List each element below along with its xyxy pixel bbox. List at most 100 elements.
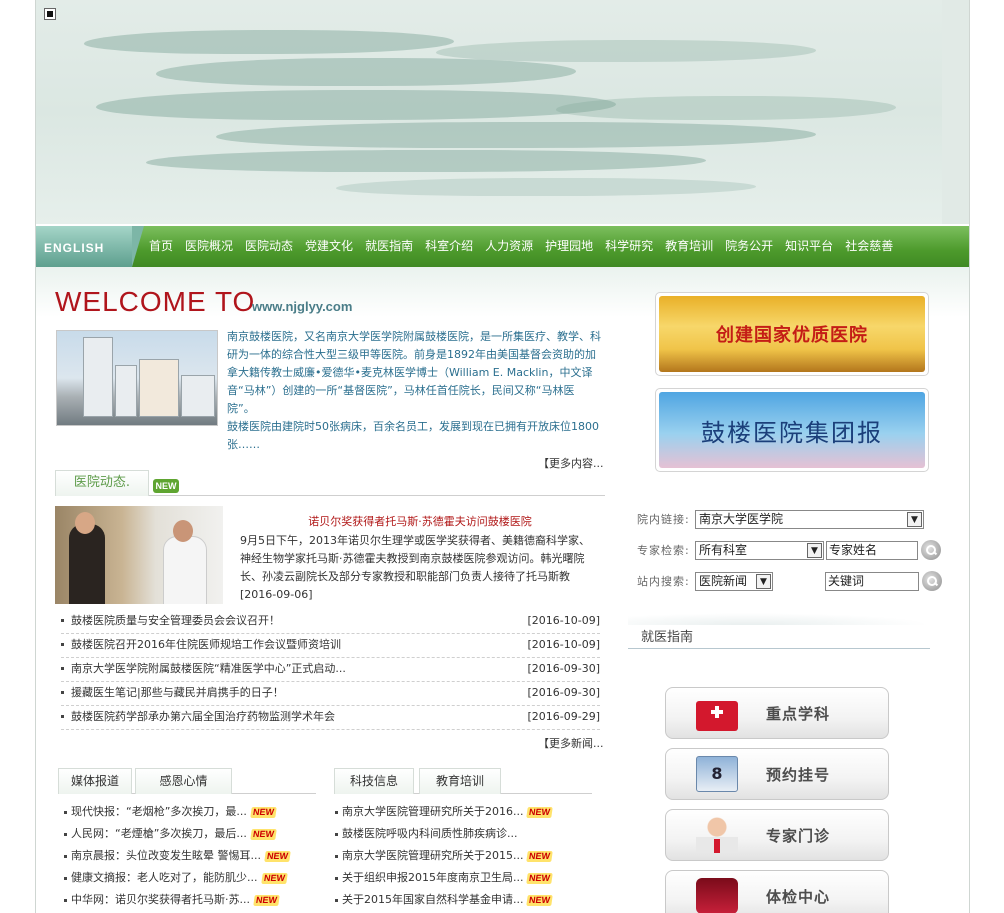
site-search-row: 站内搜索: 医院新闻 ▼ 关键词 (637, 570, 942, 592)
list-item[interactable]: 援藏医生笔记|那些与藏民并肩携手的日子！ [2016-09-30] (61, 682, 600, 706)
media-item-title[interactable]: 人民网：“老煙槍”多次挨刀，最后... (71, 827, 247, 840)
intro-paragraph-2[interactable]: 鼓楼医院由建院时50张病床，百余名员工，发展到现在已拥有开放床位1800张…… (227, 418, 601, 454)
nav-item-research[interactable]: 科学研究 (599, 226, 659, 267)
list-item[interactable]: 南京大学医院管理研究所关于2016... NEW (335, 801, 595, 823)
site-search-value: 医院新闻 (699, 573, 748, 588)
chevron-down-icon[interactable]: ▼ (907, 511, 922, 527)
tab-gratitude[interactable]: 感恩心情 (135, 768, 232, 794)
nav-item-hr[interactable]: 人力资源 (479, 226, 539, 267)
list-item[interactable]: 现代快报：“老烟枪”多次挨刀，最... NEW (64, 801, 309, 823)
quality-hospital-banner[interactable]: 创建国家优质医院 (655, 292, 929, 376)
search-icon[interactable] (921, 540, 941, 560)
expert-clinic-button[interactable]: 专家门诊 (665, 809, 889, 861)
news-date: [2016-09-30] (527, 662, 600, 675)
site-search-label: 站内搜索: (637, 575, 690, 588)
list-item[interactable]: 鼓楼医院药学部承办第六届全国治疗药物监测学术年会 [2016-09-29] (61, 706, 600, 730)
chevron-down-icon[interactable]: ▼ (756, 573, 771, 589)
nav-item-knowledge[interactable]: 知识平台 (779, 226, 839, 267)
internal-link-select[interactable]: 南京大学医学院 ▼ (695, 509, 924, 529)
list-item[interactable]: 关于2015年国家自然科学基金申请... NEW (335, 889, 595, 911)
blood-bag-icon (696, 878, 738, 913)
nav-item-departments[interactable]: 科室介绍 (419, 226, 479, 267)
media-item-title[interactable]: 现代快报：“老烟枪”多次挨刀，最... (71, 805, 247, 818)
internal-link-value: 南京大学医学院 (699, 511, 784, 526)
tab-hospital-news[interactable]: 医院动态. (55, 470, 149, 496)
headline-body: 9月5日下午，2013年诺贝尔生理学或医学奖获得者、美籍德裔科学家、神经生物学家… (240, 534, 590, 583)
list-item[interactable]: 南京晨报：头位改变发生眩晕 警惕耳... NEW (64, 845, 309, 867)
welcome-title: WELCOME TO (55, 286, 256, 317)
list-item[interactable]: 鼓楼医院质量与安全管理委员会会议召开！ [2016-10-09] (61, 610, 600, 634)
hospital-photo[interactable] (56, 330, 218, 426)
science-item-title[interactable]: 南京大学医院管理研究所关于2015... (342, 849, 523, 862)
chevron-down-icon[interactable]: ▼ (807, 542, 822, 558)
new-badge: NEW (526, 895, 554, 906)
site-search-select[interactable]: 医院新闻 ▼ (695, 571, 773, 591)
science-item-title[interactable]: 鼓楼医院呼吸内科间质性肺疾病诊... (342, 827, 518, 840)
science-item-title[interactable]: 关于2015年国家自然科学基金申请... (342, 893, 523, 906)
news-title[interactable]: 南京大学医学院附属鼓楼医院“精准医学中心”正式启动... (71, 662, 346, 675)
site-url: www.njglyy.com (252, 299, 353, 314)
new-badge: NEW (264, 851, 291, 862)
news-photo[interactable] (55, 506, 223, 604)
headline-title[interactable]: 诺贝尔奖获得者托马斯·苏德霍夫访问鼓楼医院 (240, 513, 600, 531)
news-date: [2016-10-09] (527, 638, 600, 651)
new-badge: NEW (260, 873, 288, 884)
headline-date: [2016-09-06] (240, 588, 313, 601)
news-title[interactable]: 援藏医生笔记|那些与藏民并肩携手的日子！ (71, 686, 284, 699)
nav-item-home[interactable]: 首页 (143, 226, 179, 267)
nav-item-affairs[interactable]: 院务公开 (719, 226, 779, 267)
media-item-title[interactable]: 健康文摘报：老人吃对了，能防肌少... (71, 871, 258, 884)
nav-item-overview[interactable]: 医院概况 (179, 226, 239, 267)
appointment-button[interactable]: 8 预约挂号 (665, 748, 889, 800)
appointment-label: 预约挂号 (766, 765, 831, 784)
health-check-label: 体检中心 (766, 887, 831, 906)
new-badge: NEW (153, 479, 179, 493)
list-item[interactable]: 南京大学医学院附属鼓楼医院“精准医学中心”正式启动... [2016-09-30] (61, 658, 600, 682)
media-item-title[interactable]: 中华网：诺贝尔奖获得者托马斯·苏... (71, 893, 250, 906)
health-check-button[interactable]: 体检中心 (665, 870, 889, 913)
tab-education[interactable]: 教育培训 (419, 768, 501, 794)
news-title[interactable]: 鼓楼医院召开2016年住院医师规培工作会议暨师资培训 (71, 638, 341, 651)
department-value: 所有科室 (699, 542, 748, 557)
list-item[interactable]: 中华网：诺贝尔奖获得者托马斯·苏... NEW (64, 889, 309, 911)
key-disciplines-button[interactable]: 重点学科 (665, 687, 889, 739)
department-select[interactable]: 所有科室 ▼ (695, 540, 824, 560)
nav-item-guide[interactable]: 就医指南 (359, 226, 419, 267)
expert-name-input[interactable]: 专家姓名 (826, 540, 918, 560)
nav-item-news[interactable]: 医院动态 (239, 226, 299, 267)
list-item[interactable]: 关于组织申报2015年度南京卫生局... NEW (335, 867, 595, 889)
key-disciplines-label: 重点学科 (766, 704, 831, 723)
list-item[interactable]: 鼓楼医院呼吸内科间质性肺疾病诊... (335, 823, 595, 845)
expert-search-row: 专家检索: 所有科室 ▼ 专家姓名 (637, 539, 941, 561)
list-item[interactable]: 鼓楼医院召开2016年住院医师规培工作会议暨师资培训 [2016-10-09] (61, 634, 600, 658)
nav-item-education[interactable]: 教育培训 (659, 226, 719, 267)
nav-item-party[interactable]: 党建文化 (299, 226, 359, 267)
nav-item-nursing[interactable]: 护理园地 (539, 226, 599, 267)
group-newspaper-banner[interactable]: 鼓楼医院集团报 (655, 388, 929, 472)
tab-science[interactable]: 科技信息 (334, 768, 414, 794)
science-list: 南京大学医院管理研究所关于2016... NEW 鼓楼医院呼吸内科间质性肺疾病诊.… (335, 801, 595, 911)
news-more-link[interactable]: 【更多新闻... (538, 735, 604, 751)
list-item[interactable]: 健康文摘报：老人吃对了，能防肌少... NEW (64, 867, 309, 889)
guide-divider (628, 648, 930, 649)
media-item-title[interactable]: 南京晨报：头位改变发生眩晕 警惕耳... (71, 849, 261, 862)
banner-toggle-button[interactable] (44, 8, 56, 20)
news-title[interactable]: 鼓楼医院质量与安全管理委员会会议召开！ (71, 614, 280, 627)
keyword-input[interactable]: 关键词 (825, 571, 919, 591)
search-icon[interactable] (922, 571, 942, 591)
page-container: ENGLISH 首页 医院概况 医院动态 党建文化 就医指南 科室介绍 人力资源… (35, 0, 970, 913)
intro-text: 南京鼓楼医院，又名南京大学医学院附属鼓楼医院，是一所集医疗、教学、科研为一体的综… (227, 328, 601, 454)
english-link[interactable]: ENGLISH (36, 226, 144, 267)
news-date: [2016-09-30] (527, 686, 600, 699)
science-item-title[interactable]: 南京大学医院管理研究所关于2016... (342, 805, 523, 818)
list-item[interactable]: 南京大学医院管理研究所关于2015... NEW (335, 845, 595, 867)
list-item[interactable]: 人民网：“老煙槍”多次挨刀，最后... NEW (64, 823, 309, 845)
banner-edge (942, 0, 969, 224)
science-item-title[interactable]: 关于组织申报2015年度南京卫生局... (342, 871, 523, 884)
news-title[interactable]: 鼓楼医院药学部承办第六届全国治疗药物监测学术年会 (71, 710, 335, 723)
science-tabbar: 科技信息 教育培训 (334, 768, 592, 794)
intro-more-link[interactable]: 【更多内容... (538, 455, 604, 471)
calendar-icon: 8 (696, 756, 738, 792)
tab-media[interactable]: 媒体报道 (58, 768, 132, 794)
nav-item-charity[interactable]: 社会慈善 (839, 226, 899, 267)
